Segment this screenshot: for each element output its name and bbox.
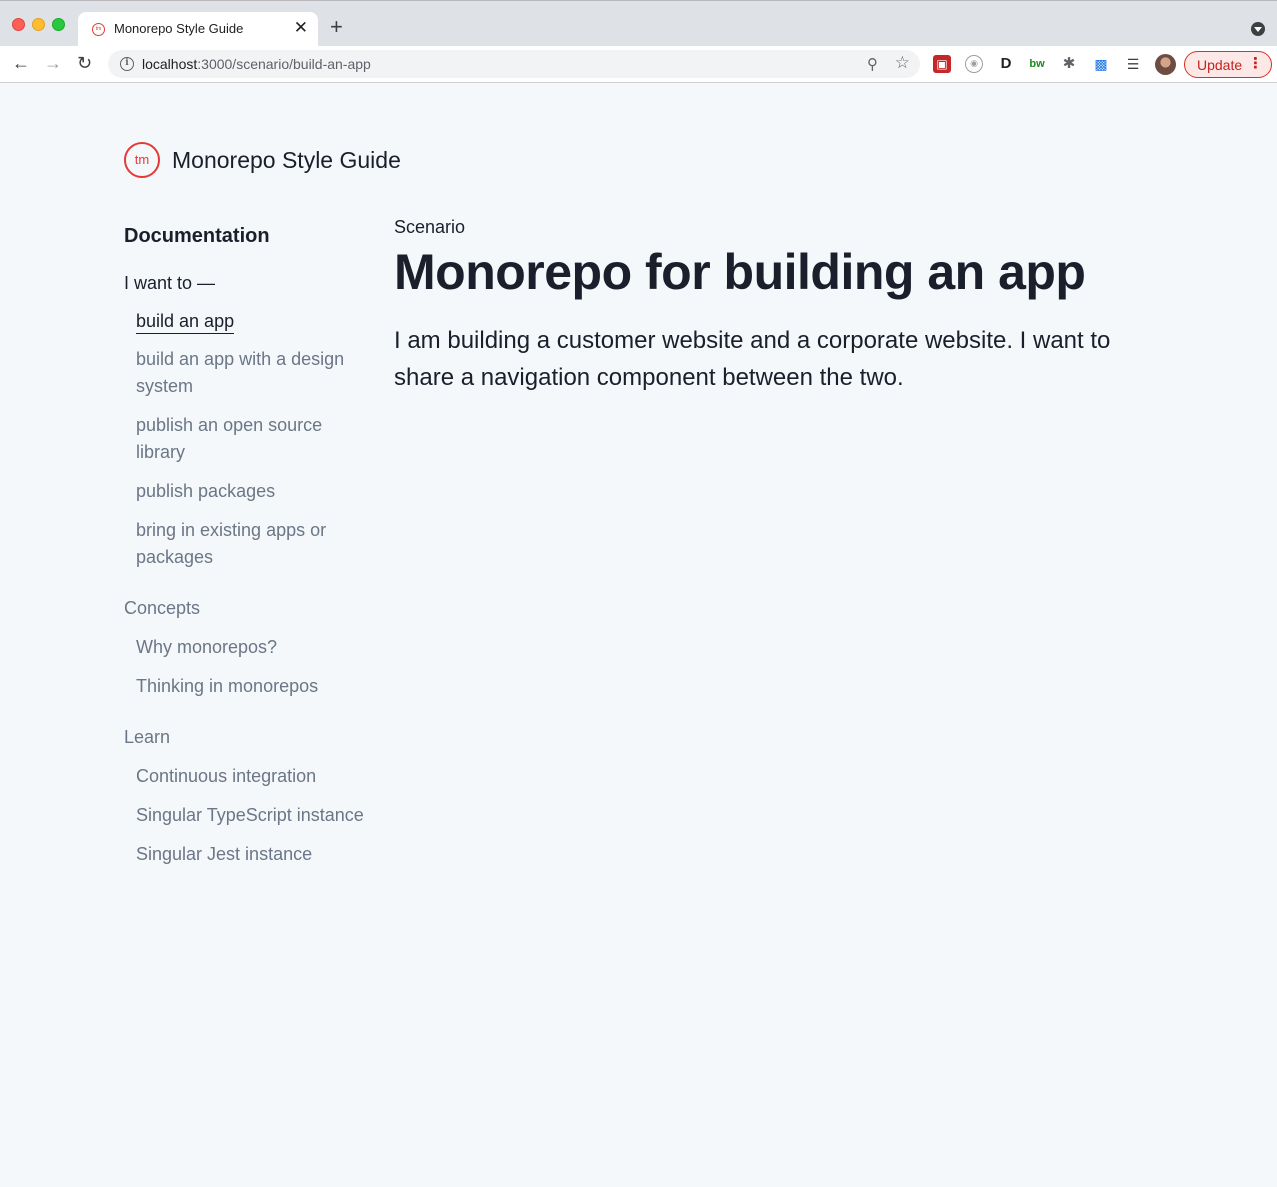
sidebar-heading: Documentation [124,225,270,247]
extension-3-icon[interactable]: D [997,55,1015,73]
reload-icon[interactable]: ↻ [77,52,92,74]
sidebar-item-why-monorepos[interactable]: Why monorepos? [136,634,364,661]
list-item: Singular TypeScript instance [136,802,364,829]
tab-favicon-icon: tm [92,23,105,36]
star-icon[interactable]: ☆ [895,53,910,73]
list-item: Why monorepos? [136,634,364,661]
sidebar-list-i-want-to: build an app build an app with a design … [124,297,364,571]
sidebar-group-i-want-to: I want to — [124,273,216,293]
page-eyebrow: Scenario [394,217,466,237]
zoom-window-button[interactable] [52,18,65,31]
main-content: Scenario Monorepo for building an app I … [394,214,1154,396]
extension-1-icon[interactable]: ▣ [933,55,951,73]
menu-icon[interactable]: ⋮ [1248,55,1263,73]
browser-toolbar: ← → ↻ i localhost:3000/scenario/build-an… [0,46,1277,83]
list-item: Continuous integration [136,763,364,790]
list-item: Singular Jest instance [136,841,364,868]
list-item: Thinking in monorepos [136,673,364,700]
media-icon[interactable]: ☰ [1124,55,1142,73]
page-lede: I am building a customer website and a c… [394,327,1111,391]
update-button[interactable]: Update ⋮ [1184,51,1272,78]
sidebar-item-singular-typescript[interactable]: Singular TypeScript instance [136,802,364,829]
sidebar-group-concepts: Concepts [124,598,201,618]
list-item: build an app with a design system [136,346,364,400]
url-text[interactable]: localhost:3000/scenario/build-an-app [142,56,371,72]
sidebar-item-build-an-app-with-design-system[interactable]: build an app with a design system [136,346,364,400]
list-item: build an app [136,297,364,334]
sidebar-item-singular-jest[interactable]: Singular Jest instance [136,841,364,868]
cast-icon[interactable]: ▩ [1092,55,1110,73]
profile-avatar[interactable] [1155,54,1176,75]
sidebar-item-build-an-app[interactable]: build an app [136,309,235,334]
info-icon[interactable]: i [120,57,134,71]
sidebar-item-publish-open-source-library[interactable]: publish an open source library [136,412,364,466]
zoom-icon[interactable]: ⚲ [867,55,878,73]
sidebar-item-continuous-integration[interactable]: Continuous integration [136,763,364,790]
url-host: localhost [142,56,198,72]
new-tab-icon[interactable]: + [330,15,343,39]
sidebar-group-learn: Learn [124,727,171,747]
url-path: :3000/scenario/build-an-app [197,56,371,72]
sidebar: Documentation I want to — build an app b… [124,222,364,868]
close-window-button[interactable] [12,18,25,31]
tab-title: Monorepo Style Guide [114,21,244,36]
forward-icon[interactable]: → [44,52,62,74]
site-logo[interactable]: tm [124,142,160,178]
sidebar-item-bring-in-existing[interactable]: bring in existing apps or packages [136,517,364,571]
site-title[interactable]: Monorepo Style Guide [172,147,401,174]
list-item: publish an open source library [136,412,364,466]
back-icon[interactable]: ← [12,52,30,74]
page-title: Monorepo for building an app [394,244,1086,300]
extension-4-icon[interactable]: bw [1028,55,1046,73]
close-tab-icon[interactable]: ✕ [294,18,308,38]
sidebar-list-concepts: Why monorepos? Thinking in monorepos [124,634,364,700]
browser-chrome: tm Monorepo Style Guide ✕ + ← → ↻ i loca… [0,0,1277,83]
sidebar-item-publish-packages[interactable]: publish packages [136,478,364,505]
list-item: bring in existing apps or packages [136,517,364,571]
sidebar-list-learn: Continuous integration Singular TypeScri… [124,763,364,868]
update-label: Update [1197,57,1243,73]
address-bar[interactable]: i localhost:3000/scenario/build-an-app ⚲… [108,50,920,78]
sidebar-item-thinking-in-monorepos[interactable]: Thinking in monorepos [136,673,364,700]
browser-tab[interactable]: tm Monorepo Style Guide ✕ [78,12,318,46]
minimize-window-button[interactable] [32,18,45,31]
tab-search-icon[interactable] [1251,22,1265,36]
extension-2-icon[interactable]: ◉ [965,55,983,73]
extensions-icon[interactable]: ✱ [1060,55,1078,73]
list-item: publish packages [136,478,364,505]
